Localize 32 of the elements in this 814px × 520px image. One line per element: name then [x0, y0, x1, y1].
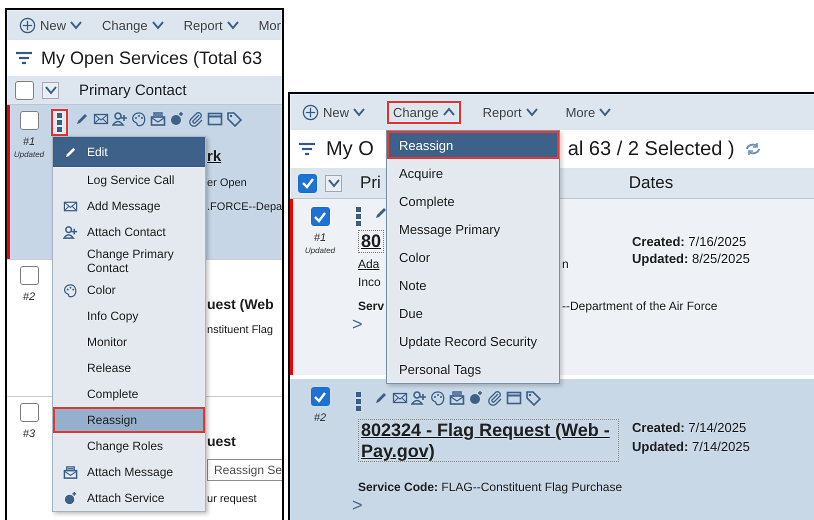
- column-header: Dates: [628, 173, 674, 193]
- created-date: Created: 7/16/2025: [632, 232, 748, 251]
- record-number: #2: [314, 412, 326, 424]
- record-number: #2: [22, 291, 36, 303]
- record-text: nstituent Flag: [207, 324, 274, 336]
- column-header: Primary Contact: [79, 82, 187, 98]
- created-date: Created: 7/14/2025: [632, 419, 748, 437]
- updated-label: Updated: [304, 246, 336, 255]
- service-code: Service Code: FLAG--Constituent Flag Purchase: [358, 480, 622, 494]
- record-text: .FORCE--Depa: [207, 201, 282, 213]
- record-text: Inco: [358, 274, 381, 289]
- record-number: #1: [314, 232, 326, 244]
- record-title: 80: [358, 230, 384, 253]
- updated-label: Updated: [14, 150, 44, 159]
- updated-date: Updated: 8/25/2025: [632, 250, 751, 268]
- tooltip: Reassign Se: [207, 459, 282, 481]
- record-number: #1: [22, 136, 36, 148]
- record-text: ur request: [207, 493, 257, 505]
- record-text: uest: [207, 433, 236, 449]
- list-title: al 63 / 2 Selected ): [568, 138, 735, 160]
- record-number: #3: [22, 428, 36, 440]
- record-text: uest (Web: [207, 296, 274, 312]
- record-text: er Open: [207, 177, 247, 189]
- list-title: My Open Services (Total 63: [41, 48, 262, 68]
- column-header: Pri: [360, 173, 381, 193]
- service-code: --Department of the Air Force: [562, 298, 718, 313]
- record-title: 802324 - Flag Request (Web - Pay.gov): [358, 419, 619, 462]
- record-text: rk: [207, 148, 222, 165]
- list-title: My O: [326, 138, 374, 160]
- field-label: Serv: [358, 298, 384, 313]
- updated-date: Updated: 7/14/2025: [632, 438, 751, 456]
- record-text: n: [562, 256, 569, 271]
